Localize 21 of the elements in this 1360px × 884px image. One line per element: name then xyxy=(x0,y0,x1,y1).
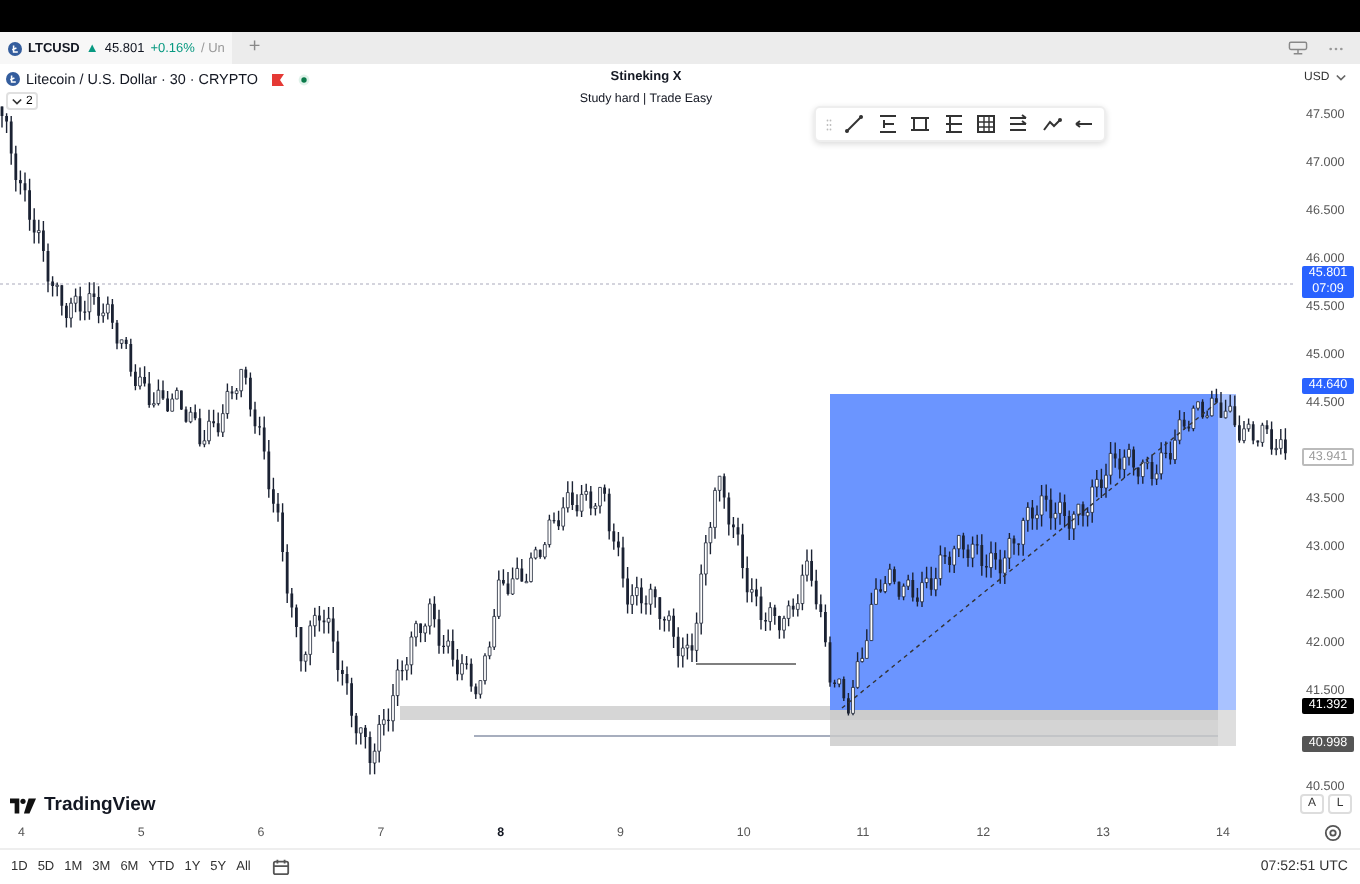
chevron-icon xyxy=(12,97,22,105)
chevron-icon xyxy=(1335,74,1346,82)
path-icon[interactable] xyxy=(1041,114,1062,134)
status-dot-icon xyxy=(297,73,310,85)
fib-levels-icon[interactable] xyxy=(943,114,963,134)
calendar-icon[interactable] xyxy=(271,858,290,876)
range-line xyxy=(695,663,797,665)
long-position-drawing[interactable] xyxy=(830,394,1236,746)
grid-icon[interactable] xyxy=(975,114,996,134)
channel-icon[interactable] xyxy=(877,114,898,134)
screen-icon[interactable] xyxy=(1288,40,1308,56)
logo-icon xyxy=(10,797,36,813)
arrow-left-icon[interactable] xyxy=(1074,114,1094,134)
flag-icon[interactable] xyxy=(271,73,284,85)
coin-icon xyxy=(8,41,22,55)
trend-line-icon[interactable] xyxy=(844,114,865,134)
arrows-icon[interactable] xyxy=(1008,114,1029,134)
coin-icon xyxy=(6,72,20,86)
rectangle-icon[interactable] xyxy=(910,114,931,134)
brand-name: TradingView xyxy=(44,794,156,816)
settings-icon[interactable] xyxy=(1324,824,1342,842)
